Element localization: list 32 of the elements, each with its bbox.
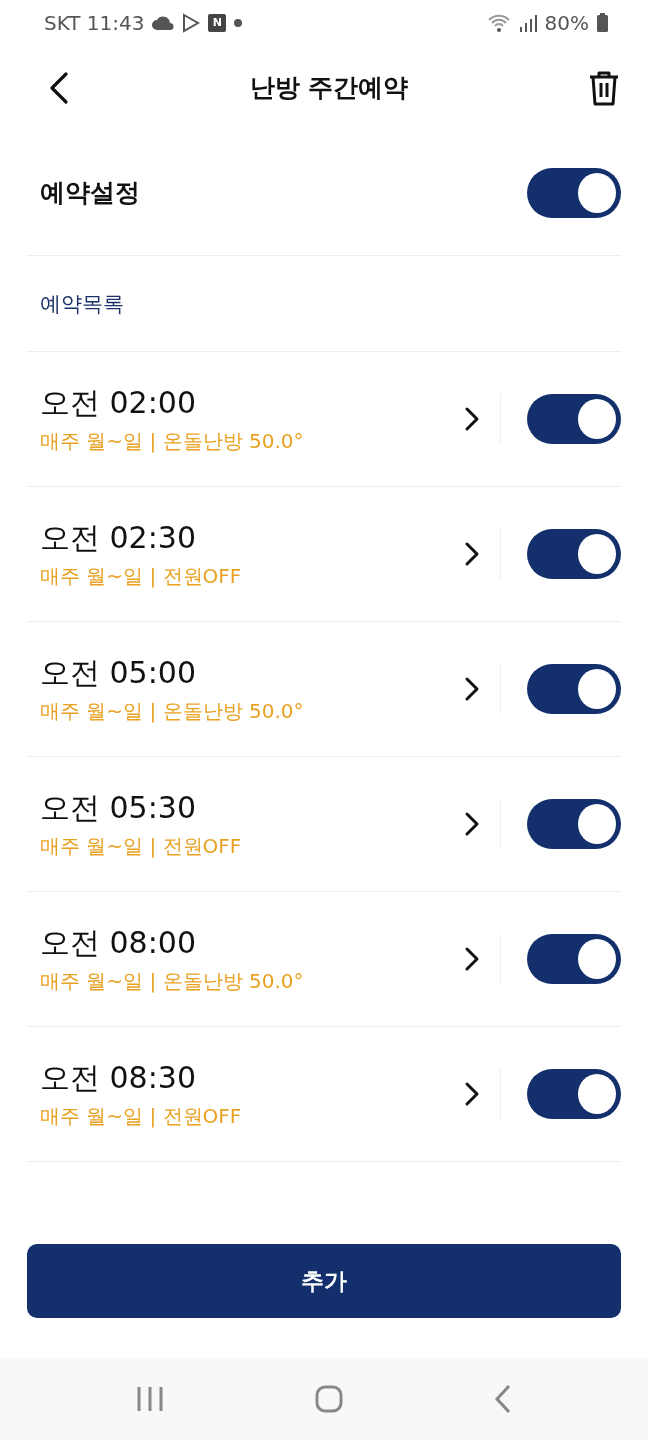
schedule-detail: 매주 월~일 | 전원OFF — [40, 1103, 243, 1130]
dot-icon — [234, 18, 243, 27]
app-badge-icon: N — [208, 13, 227, 32]
schedule-toggle[interactable] — [527, 167, 621, 218]
schedule-time: 오전 08:00 — [40, 924, 197, 962]
battery-icon — [597, 13, 608, 32]
schedule-time: 오전 08:30 — [40, 1059, 197, 1097]
add-button[interactable]: 추가 — [27, 1244, 621, 1318]
play-icon — [182, 12, 201, 33]
schedule-detail: 매주 월~일 | 온돌난방 50.0° — [40, 698, 305, 725]
section-label: 예약목록 — [40, 290, 124, 318]
schedule-time: 오전 05:00 — [40, 654, 197, 692]
schedule-setting-label: 예약설정 — [40, 177, 140, 209]
battery-percent: 80% — [544, 10, 589, 35]
schedule-item-toggle[interactable] — [527, 1069, 621, 1119]
schedule-item-toggle[interactable] — [527, 664, 621, 714]
schedule-detail: 매주 월~일 | 온돌난방 50.0° — [40, 428, 305, 455]
schedule-time: 오전 02:30 — [40, 519, 197, 557]
schedule-detail: 매주 월~일 | 전원OFF — [40, 833, 243, 860]
schedule-item-toggle[interactable] — [527, 394, 621, 444]
schedule-detail: 매주 월~일 | 전원OFF — [40, 563, 243, 590]
status-time: SKT 11:43 — [44, 10, 145, 35]
schedule-detail: 매주 월~일 | 온돌난방 50.0° — [40, 968, 305, 995]
schedule-item-toggle[interactable] — [527, 799, 621, 849]
schedule-time: 오전 02:00 — [40, 384, 197, 422]
wifi-icon — [486, 12, 511, 33]
schedule-item-toggle[interactable] — [527, 934, 621, 984]
schedule-time: 오전 05:30 — [40, 789, 197, 827]
cloud-icon — [152, 15, 175, 30]
schedule-item-toggle[interactable] — [527, 529, 621, 579]
page-title: 난방 주간예약 — [249, 72, 409, 104]
signal-icon — [518, 13, 537, 32]
